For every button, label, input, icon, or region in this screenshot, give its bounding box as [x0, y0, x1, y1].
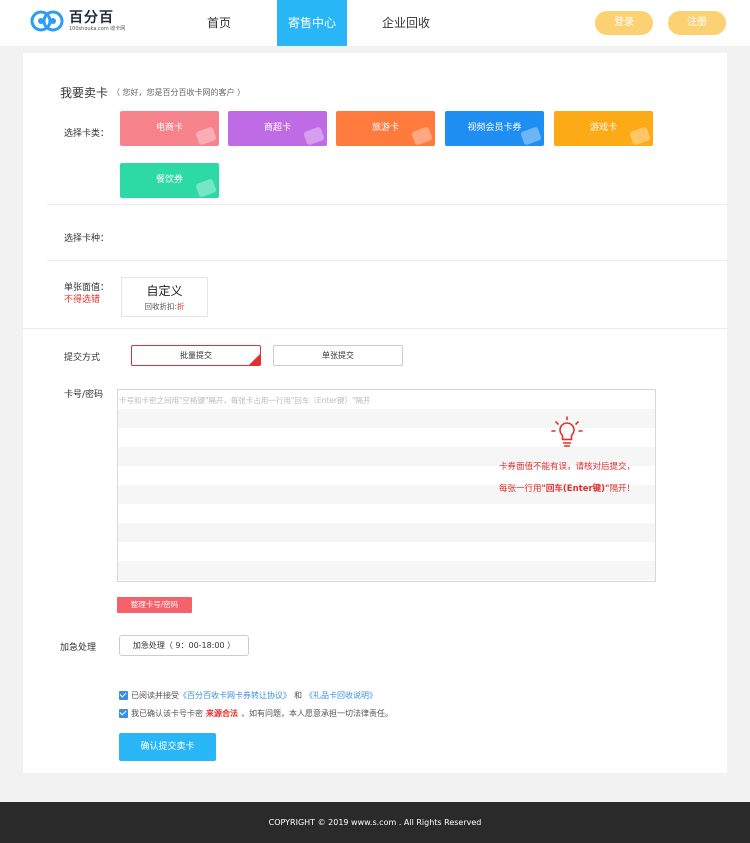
- card-type-label: 旅游卡: [371, 123, 399, 133]
- face-value-custom[interactable]: 自定义 回收折扣:折: [121, 277, 208, 317]
- title-hint: （ 您好，您是百分百收卡网的客户 ）: [112, 88, 246, 97]
- submit-mode-label: 提交方式: [64, 353, 101, 363]
- urgent-label: 加急处理: [60, 643, 97, 653]
- ticket-icon: [195, 178, 217, 198]
- legal-source-text: 来源合法: [206, 709, 238, 718]
- row-stripe: [118, 561, 655, 580]
- logo-infinity-icon: [30, 9, 64, 33]
- palm-tree-icon: [411, 126, 433, 146]
- agree-terms-row: 已阅读并接受 《百分百收卡网卡券转让协议》 和 《礼品卡回收说明》: [119, 690, 377, 701]
- face-value-name: 自定义: [146, 284, 183, 298]
- card-type-video-vip[interactable]: 视频会员卡券: [445, 111, 544, 146]
- batch-submit-label: 批量提交: [180, 351, 212, 360]
- card-type-label: 餐饮券: [155, 175, 183, 185]
- nav-consign-center[interactable]: 寄售中心: [277, 0, 347, 46]
- card-type-label: 游戏卡: [589, 123, 617, 133]
- recycle-instructions-link[interactable]: 《礼品卡回收说明》: [305, 690, 377, 701]
- card-type-label: 电商卡: [155, 123, 183, 133]
- site-logo[interactable]: 百分百 100shouka.com 收卡网: [30, 9, 125, 33]
- cart-icon: [195, 126, 217, 146]
- urgent-process-button[interactable]: 加急处理（ 9：00-18:00 ）: [119, 635, 249, 656]
- row-stripe: [118, 523, 655, 542]
- divider: [23, 328, 727, 329]
- card-type-ecommerce[interactable]: 电商卡: [120, 111, 219, 146]
- card-type-travel[interactable]: 旅游卡: [336, 111, 435, 146]
- single-submit-label: 单张提交: [322, 351, 354, 360]
- copyright-text: COPYRIGHT © 2019 www.s.com . All Rights …: [268, 818, 482, 827]
- confirm-source-checkbox[interactable]: [119, 709, 128, 718]
- video-icon: [520, 126, 542, 146]
- discount-label: 回收折扣:: [144, 302, 178, 311]
- card-pwd-label: 卡号/密码: [64, 390, 104, 400]
- textarea-placeholder: 卡号和卡密之间用"空格键"隔开，每张卡占用一行用"回车（Enter键）"隔开: [119, 396, 371, 405]
- divider: [47, 260, 727, 261]
- agree-terms-checkbox[interactable]: [119, 691, 128, 700]
- confirm-source-row: 我已确认该卡号卡密 来源合法 ，如有问题，本人愿意承担一切法律责任。: [119, 708, 393, 719]
- and-text: 和: [294, 691, 302, 700]
- enter-key-hint: "回车(Enter键)": [541, 484, 610, 494]
- card-pwd-textarea[interactable]: 卡号和卡密之间用"空格键"隔开，每张卡占用一行用"回车（Enter键）"隔开 卡…: [117, 389, 656, 582]
- transfer-agreement-link[interactable]: 《百分百收卡网卡券转让协议》: [179, 690, 291, 701]
- batch-submit-button[interactable]: 批量提交: [131, 345, 261, 366]
- agree-terms-text: 已阅读并接受: [131, 691, 179, 700]
- nav-enterprise[interactable]: 企业回收: [376, 0, 436, 46]
- logo-sub: 100shouka.com 收卡网: [69, 25, 126, 32]
- top-header: 百分百 100shouka.com 收卡网 首页 寄售中心 企业回收 登录 注册: [0, 0, 750, 46]
- lightbulb-icon: [551, 416, 583, 454]
- nav-home[interactable]: 首页: [193, 0, 245, 46]
- card-kind-label: 选择卡种：: [64, 234, 110, 244]
- face-value-warning: 不得选错: [64, 295, 101, 305]
- confirm-source-text: 我已确认该卡号卡密: [131, 709, 203, 718]
- discount-value: 折: [177, 302, 185, 311]
- card-type-dining[interactable]: 餐饮券: [120, 163, 219, 198]
- card-type-supermarket[interactable]: 商超卡: [228, 111, 327, 146]
- card-type-label: 选择卡类：: [64, 129, 110, 139]
- card-icon: [303, 126, 325, 146]
- confirm-sell-button[interactable]: 确认提交卖卡: [119, 733, 216, 761]
- liability-text: ，如有问题，本人愿意承担一切法律责任。: [241, 709, 393, 718]
- card-type-game[interactable]: 游戏卡: [554, 111, 653, 146]
- tidy-cards-button[interactable]: 整理卡号/密码: [117, 597, 192, 613]
- selected-check-icon: [249, 354, 260, 365]
- page-title: 我要卖卡: [60, 86, 109, 100]
- card-type-label: 视频会员卡券: [467, 123, 522, 133]
- card-type-label: 商超卡: [263, 123, 291, 133]
- divider: [47, 204, 727, 205]
- warn-line-2: 每张一行用"回车(Enter键)"隔开！: [498, 484, 636, 494]
- pacman-icon: [629, 126, 651, 146]
- warn-line-1: 卡券面值不能有误，请核对后提交，: [498, 462, 635, 472]
- logo-name: 百分百: [69, 9, 114, 26]
- footer: COPYRIGHT © 2019 www.s.com . All Rights …: [0, 802, 750, 843]
- login-button[interactable]: 登录: [595, 11, 653, 35]
- single-submit-button[interactable]: 单张提交: [273, 345, 403, 366]
- register-button[interactable]: 注册: [668, 11, 726, 35]
